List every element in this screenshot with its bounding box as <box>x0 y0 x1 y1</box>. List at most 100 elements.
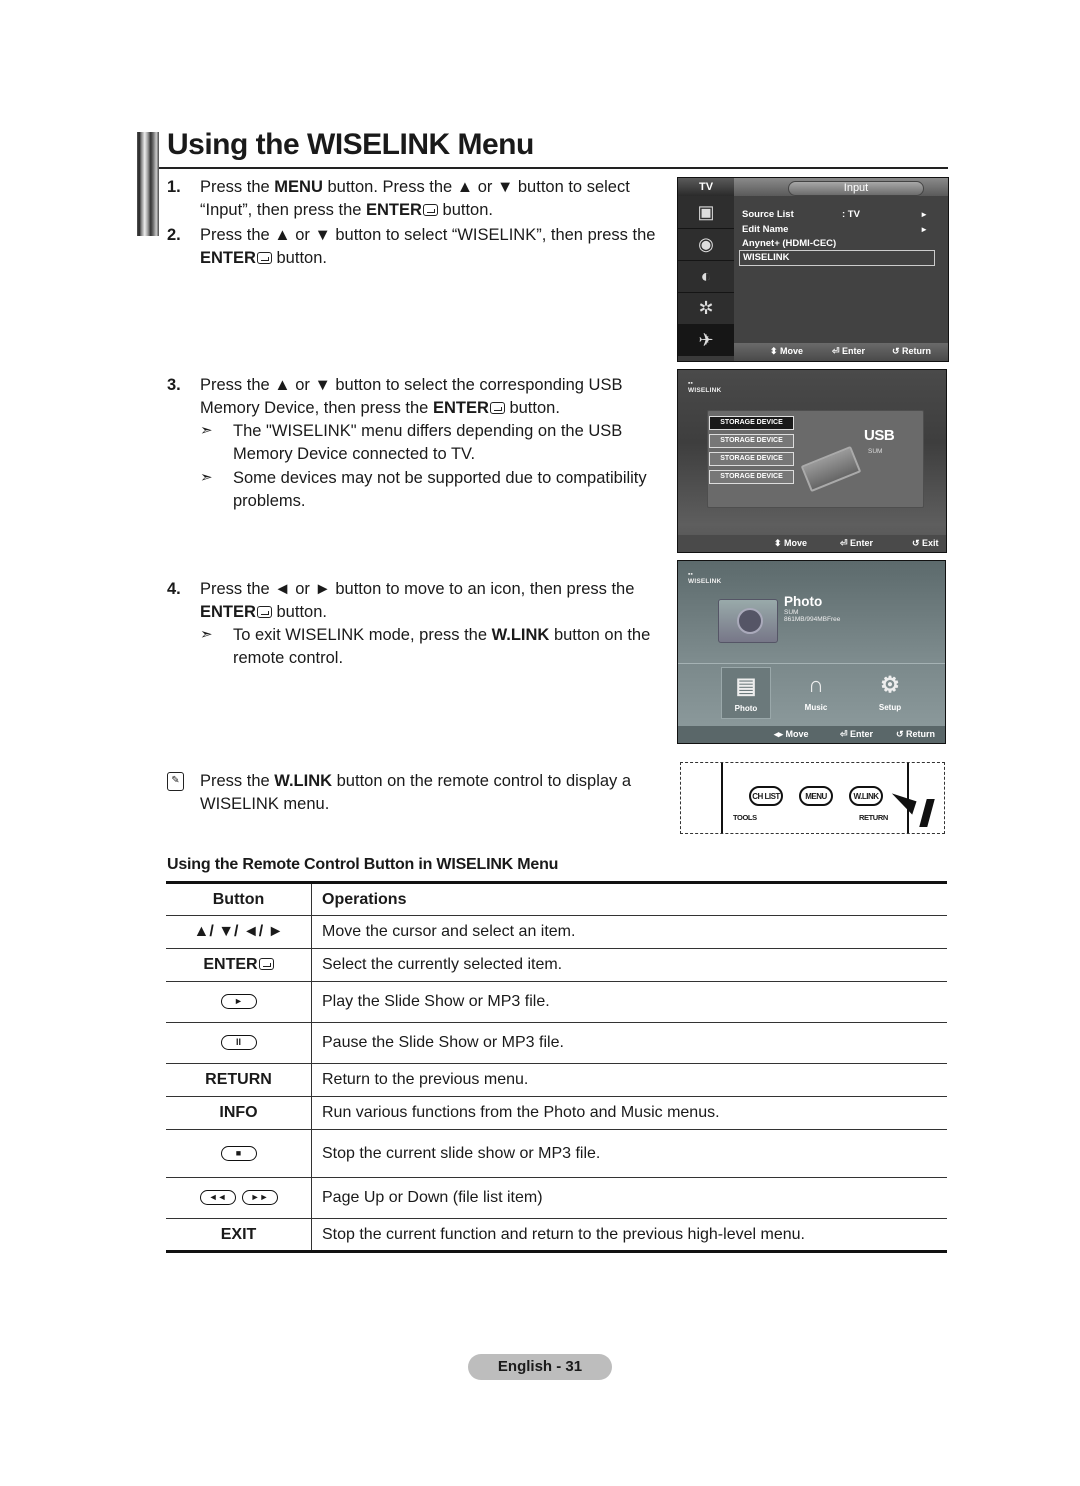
storage-device-item[interactable]: STORAGE DEVICE <box>709 470 794 484</box>
note-text: To exit WISELINK mode, press the W.LINK … <box>233 624 663 669</box>
setup-icon[interactable]: ✲ <box>678 292 734 325</box>
step-text: Press the ▲ or ▼ button to select the co… <box>200 374 640 419</box>
storage-device-item[interactable]: STORAGE DEVICE <box>709 416 794 430</box>
title-divider <box>159 167 948 169</box>
button-cell: ■ <box>166 1129 312 1178</box>
wiselink-logo: ▪▪ WISELINK <box>688 380 722 394</box>
stop-icon: ■ <box>220 1145 257 1161</box>
picture-icon[interactable]: ▣ <box>678 196 734 229</box>
screen-footer: ⬍ Move ⏎ Enter ↺ Return <box>734 343 948 361</box>
remote-edge <box>721 763 723 833</box>
table-row: EXIT Stop the current function and retur… <box>166 1218 947 1253</box>
camera-icon <box>718 599 778 643</box>
sound-icon[interactable]: ◉ <box>678 228 734 261</box>
menu-item-label: Anynet+ (HDMI-CEC) <box>742 238 837 249</box>
page-title: Using the WISELINK Menu <box>167 128 534 161</box>
column-header-button: Button <box>166 881 312 916</box>
operation-cell: Return to the previous menu. <box>311 1063 947 1097</box>
screen-input-menu: TV Input ▣ ◉ ◐ ✲ ✈ Source List : TV ► Ed… <box>677 177 949 362</box>
arrow-note-icon: ➣ <box>200 422 213 439</box>
button-cell: RETURN <box>166 1063 312 1097</box>
storage-device-item[interactable]: STORAGE DEVICE <box>709 434 794 448</box>
tv-label: TV <box>678 178 734 196</box>
menu-item-source-list[interactable]: Source List : TV ► <box>742 208 934 221</box>
step-3-note-2: ➣ Some devices may not be supported due … <box>200 467 660 513</box>
rewind-icon: ◄◄ <box>199 1190 236 1206</box>
column-header-operations: Operations <box>311 881 947 916</box>
note-text: The "WISELINK" menu differs depending on… <box>233 422 623 463</box>
enter-icon <box>256 251 272 264</box>
return-hint: ↺ Return <box>896 729 936 739</box>
menu-item-wiselink[interactable]: WISELINK <box>739 250 935 266</box>
screen-footer: ◂▸ Move ⏎ Enter ↺ Return <box>678 726 945 743</box>
table-row: RETURN Return to the previous menu. <box>166 1063 947 1097</box>
enter-icon <box>422 203 438 216</box>
enter-key-label: ENTER <box>200 248 256 267</box>
step-number: 1. <box>167 178 181 196</box>
chevron-right-icon: ► <box>920 225 928 234</box>
screen-wiselink-main: ▪▪ WISELINK Photo SUM 861MB/994MBFree ▤ Ph… <box>677 560 946 744</box>
usb-sublabel: SUM <box>868 448 883 455</box>
category-title: Photo <box>784 594 823 609</box>
button-cell: II <box>166 1022 312 1064</box>
table-header-row: Button Operations <box>166 881 947 916</box>
key-label: W.LINK <box>491 626 550 644</box>
enter-hint: ⏎ Enter <box>840 729 874 739</box>
memo-note: Press the W.LINK button on the remote co… <box>200 770 660 816</box>
menu-item-anynet[interactable]: Anynet+ (HDMI-CEC) <box>742 237 934 250</box>
operation-cell: Run various functions from the Photo and… <box>311 1096 947 1130</box>
enter-icon <box>258 958 274 970</box>
photo-icon: ▤ <box>735 673 757 698</box>
text-run: Press the ◄ or ► button to move to an ic… <box>200 580 635 598</box>
arrow-note-icon: ➣ <box>200 469 213 486</box>
pause-icon: II <box>220 1035 257 1051</box>
note-text: Some devices may not be supported due to… <box>233 469 647 510</box>
step-text: Press the ◄ or ► button to move to an ic… <box>200 578 650 623</box>
tile-music[interactable]: ∩ Music <box>791 667 841 719</box>
return-label: RETURN <box>859 813 888 822</box>
text-run: button. <box>437 200 493 219</box>
input-icon[interactable]: ✈ <box>678 324 734 356</box>
menu-header-input: Input <box>788 181 924 196</box>
text-run: button. <box>271 248 327 267</box>
chevron-right-icon: ► <box>920 210 928 219</box>
storage-device-item[interactable]: STORAGE DEVICE <box>709 452 794 466</box>
table-row: ► Play the Slide Show or MP3 file. <box>166 981 947 1023</box>
text-run: Press the <box>200 178 275 196</box>
step-text: Press the ▲ or ▼ button to select “WISEL… <box>200 224 665 269</box>
button-cell: ENTER <box>166 948 312 982</box>
key-label: W.LINK <box>274 772 333 790</box>
menu-item-edit-name[interactable]: Edit Name ► <box>742 223 934 236</box>
key-label: MENU <box>274 178 323 196</box>
enter-icon <box>256 605 272 618</box>
menu-item-label: Source List <box>742 209 794 220</box>
table-row: ■ Stop the current slide show or MP3 fil… <box>166 1129 947 1178</box>
ch-list-button[interactable]: CH LIST <box>749 786 783 806</box>
enter-key-label: ENTER <box>366 200 422 219</box>
tile-setup[interactable]: ⚙ Setup <box>865 667 915 719</box>
text-run: To exit WISELINK mode, press the <box>233 626 492 644</box>
operation-cell: Play the Slide Show or MP3 file. <box>311 981 947 1023</box>
button-cell: ► <box>166 981 312 1023</box>
text-run: button. <box>504 398 560 417</box>
wiselink-logo: ▪▪ WISELINK <box>688 571 722 585</box>
title-decoration <box>137 132 159 236</box>
button-cell: INFO <box>166 1096 312 1130</box>
tile-photo[interactable]: ▤ Photo <box>721 667 771 719</box>
step-4: 4. Press the ◄ or ► button to move to an… <box>167 578 657 624</box>
step-number: 2. <box>167 226 181 244</box>
remote-buttons-table: Button Operations ▲/ ▼/ ◄/ ► Move the cu… <box>166 881 947 1253</box>
table-row: INFO Run various functions from the Phot… <box>166 1096 947 1130</box>
button-cell: ▲/ ▼/ ◄/ ► <box>166 915 312 949</box>
channel-icon[interactable]: ◐ <box>678 260 734 293</box>
move-hint: ◂▸ Move <box>774 729 809 739</box>
move-hint: ⬍ Move <box>770 346 804 356</box>
enter-icon <box>489 401 505 414</box>
button-cell: ◄◄ ►► <box>166 1177 312 1219</box>
pointer-arrow-icon <box>919 799 935 827</box>
wlink-button[interactable]: W.LINK <box>849 786 883 806</box>
menu-button[interactable]: MENU <box>799 786 833 806</box>
step-number: 3. <box>167 376 181 394</box>
table-row: ◄◄ ►► Page Up or Down (file list item) <box>166 1177 947 1219</box>
memo-text: Press the W.LINK button on the remote co… <box>200 770 650 815</box>
